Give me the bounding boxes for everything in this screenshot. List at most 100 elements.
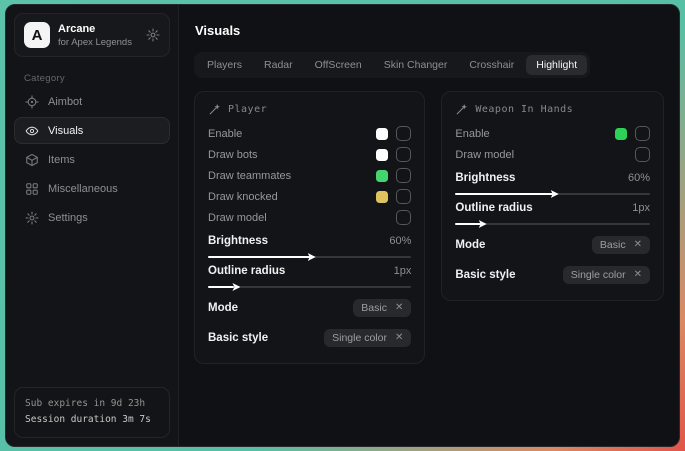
- slider-value: 60%: [389, 235, 411, 247]
- cube-icon: [25, 153, 39, 167]
- gear-icon[interactable]: [146, 28, 160, 42]
- chip-row-label: Mode: [455, 239, 485, 251]
- sidebar-item-settings[interactable]: Settings: [14, 204, 170, 231]
- slider-fill: [455, 223, 480, 225]
- color-swatch[interactable]: [376, 128, 388, 140]
- checkbox[interactable]: [396, 189, 411, 204]
- app-subtitle: for Apex Legends: [58, 37, 138, 48]
- gear-icon: [25, 211, 39, 225]
- toggle-row: Draw bots: [208, 144, 411, 165]
- sidebar: A Arcane for Apex Legends Category Aimbo…: [6, 5, 179, 446]
- slider-track[interactable]: [208, 286, 411, 288]
- slider-value: 1px: [394, 265, 412, 277]
- toggle-label: Draw bots: [208, 149, 258, 161]
- color-swatch[interactable]: [376, 191, 388, 203]
- app-logo: A: [24, 22, 50, 48]
- sidebar-item-label: Miscellaneous: [48, 183, 118, 195]
- slider-fill: [208, 256, 310, 258]
- checkbox[interactable]: [396, 168, 411, 183]
- chip-row: Mode Basic ✕: [455, 234, 650, 255]
- toggle-row: Draw model: [208, 207, 411, 228]
- tab-highlight[interactable]: Highlight: [526, 55, 587, 75]
- chip[interactable]: Single color ✕: [324, 329, 411, 347]
- page-title: Visuals: [195, 23, 664, 38]
- sidebar-item-items[interactable]: Items: [14, 146, 170, 173]
- sidebar-item-label: Settings: [48, 212, 88, 224]
- sidebar-item-miscellaneous[interactable]: Miscellaneous: [14, 175, 170, 202]
- slider-label: Brightness: [455, 172, 515, 184]
- chip-row: Basic styleSingle color✕: [455, 264, 650, 285]
- tab-radar[interactable]: Radar: [254, 55, 303, 75]
- chip-row: Mode Basic ✕: [208, 297, 411, 318]
- toggle-label: Draw knocked: [208, 191, 278, 203]
- toggle-row: Enable: [208, 123, 411, 144]
- toggle-label: Draw model: [455, 149, 514, 161]
- wand-icon: [455, 103, 468, 116]
- tab-crosshair[interactable]: Crosshair: [459, 55, 524, 75]
- color-swatch[interactable]: [376, 170, 388, 182]
- checkbox[interactable]: [396, 147, 411, 162]
- session-duration-text: Session duration 3m 7s: [25, 412, 159, 429]
- chip-remove-icon[interactable]: ✕: [634, 269, 642, 280]
- sidebar-item-label: Visuals: [48, 125, 83, 137]
- slider-track[interactable]: [208, 256, 411, 258]
- main-content: Visuals PlayersRadarOffScreenSkin Change…: [179, 5, 679, 446]
- panel-header: Player: [208, 103, 411, 116]
- slider-value: 60%: [628, 172, 650, 184]
- chip-label: Basic: [600, 239, 626, 251]
- checkbox[interactable]: [396, 126, 411, 141]
- toggle-label: Draw model: [208, 212, 267, 224]
- grid-icon: [25, 182, 39, 196]
- chip-row-label: Basic style: [208, 332, 268, 344]
- toggle-row: Draw model: [455, 144, 650, 165]
- panels-container: Player Enable Draw bots Draw teammates Draw …: [194, 91, 664, 364]
- panel-weapon-in-hands: Weapon In Hands Enable Draw model Brightnes…: [441, 91, 664, 301]
- panel-header: Weapon In Hands: [455, 103, 650, 116]
- session-info: Sub expires in 9d 23h Session duration 3…: [14, 387, 170, 438]
- color-swatch[interactable]: [376, 149, 388, 161]
- checkbox[interactable]: [635, 147, 650, 162]
- chip[interactable]: Single color ✕: [563, 266, 650, 284]
- toggle-row: Draw knocked: [208, 186, 411, 207]
- chip[interactable]: Basic ✕: [353, 299, 411, 317]
- slider-track[interactable]: [455, 223, 650, 225]
- color-swatch[interactable]: [615, 128, 627, 140]
- chip-remove-icon[interactable]: ✕: [395, 332, 403, 343]
- tab-offscreen[interactable]: OffScreen: [305, 55, 372, 75]
- chip-label: Basic: [361, 302, 387, 314]
- toggle-label: Draw teammates: [208, 170, 291, 182]
- brand-card: A Arcane for Apex Legends: [14, 13, 170, 57]
- app-name: Arcane: [58, 23, 138, 35]
- sub-expiry-text: Sub expires in 9d 23h: [25, 396, 159, 413]
- chip-label: Single color: [571, 269, 626, 281]
- slider-fill: [455, 193, 552, 195]
- chip-row: Basic style Single color ✕: [208, 327, 411, 348]
- slider-row: Brightness60%: [208, 235, 411, 258]
- chip[interactable]: Basic ✕: [592, 236, 650, 254]
- checkbox[interactable]: [635, 126, 650, 141]
- checkbox[interactable]: [396, 210, 411, 225]
- slider-row: Outline radius 1px: [208, 265, 411, 288]
- crosshair-icon: [25, 95, 39, 109]
- sidebar-item-aimbot[interactable]: Aimbot: [14, 88, 170, 115]
- slider-track[interactable]: [455, 193, 650, 195]
- wand-icon: [208, 103, 221, 116]
- eye-icon: [25, 124, 39, 138]
- sidebar-item-visuals[interactable]: Visuals: [14, 117, 170, 144]
- toggle-row: Draw teammates: [208, 165, 411, 186]
- toggle-row: Enable: [455, 123, 650, 144]
- chip-remove-icon[interactable]: ✕: [634, 239, 642, 250]
- slider-label: Outline radius: [455, 202, 532, 214]
- panel-title: Player: [228, 104, 267, 115]
- chip-remove-icon[interactable]: ✕: [395, 302, 403, 313]
- tab-bar: PlayersRadarOffScreenSkin ChangerCrossha…: [194, 52, 590, 78]
- category-label: Category: [24, 73, 170, 84]
- slider-label: Outline radius: [208, 265, 285, 277]
- chip-row-label: Mode: [208, 302, 238, 314]
- slider-fill: [208, 286, 234, 288]
- app-window: A Arcane for Apex Legends Category Aimbo…: [5, 4, 680, 447]
- tab-players[interactable]: Players: [197, 55, 252, 75]
- tab-skin-changer[interactable]: Skin Changer: [374, 55, 458, 75]
- sidebar-item-label: Items: [48, 154, 75, 166]
- chip-label: Single color: [332, 332, 387, 344]
